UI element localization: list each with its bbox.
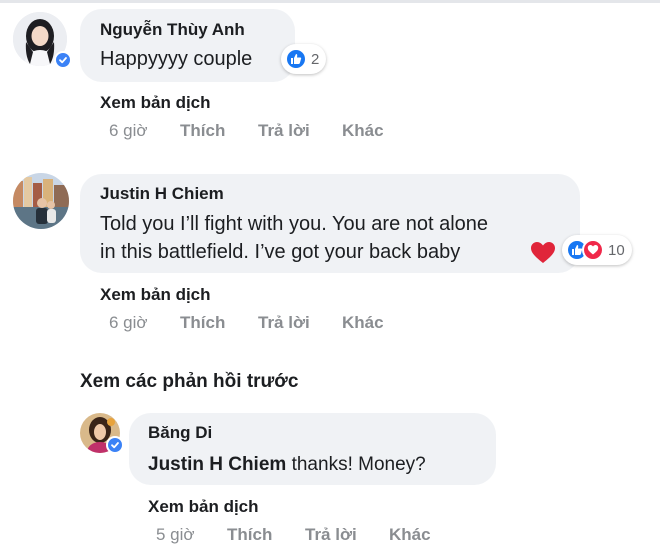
view-previous-replies-link[interactable]: Xem các phản hồi trước <box>80 371 298 393</box>
reply-button[interactable]: Trả lời <box>258 313 342 333</box>
heart-emoji-icon <box>530 241 556 265</box>
verified-badge-icon <box>54 51 72 69</box>
comment-author[interactable]: Justin H Chiem <box>100 184 224 204</box>
reaction-count: 2 <box>311 50 320 68</box>
mention-link[interactable]: Justin H Chiem <box>148 454 286 475</box>
more-button[interactable]: Khác <box>342 121 384 141</box>
comment-actions: 6 giờ Thích Trả lời Khác <box>109 313 384 333</box>
reply-actions: 5 giờ Thích Trả lời Khác <box>156 525 431 545</box>
reply-message: thanks! Money? <box>286 454 426 475</box>
comment-text: Happyyyy couple <box>100 48 253 70</box>
love-reaction-icon <box>582 239 604 261</box>
more-button[interactable]: Khác <box>342 313 384 333</box>
more-button[interactable]: Khác <box>389 525 431 545</box>
comment-text-line: in this battlefield. I’ve got your back … <box>100 241 461 263</box>
see-translation-link[interactable]: Xem bản dịch <box>100 285 211 305</box>
verified-badge-icon <box>106 436 124 454</box>
reply-author[interactable]: Băng Di <box>148 423 212 443</box>
reply-button[interactable]: Trả lời <box>305 525 389 545</box>
comment-text-line: Told you I’ll fight with you. You are no… <box>100 213 489 235</box>
like-reaction-icon <box>285 48 307 70</box>
see-translation-link[interactable]: Xem bản dịch <box>100 93 211 113</box>
comment-author[interactable]: Nguyễn Thùy Anh <box>100 20 245 40</box>
like-button[interactable]: Thích <box>227 525 305 545</box>
reaction-summary[interactable]: 2 <box>281 44 327 74</box>
reaction-count: 10 <box>608 241 625 259</box>
reply-timestamp: 5 giờ <box>156 525 195 544</box>
reaction-summary[interactable]: 10 <box>562 235 632 265</box>
like-button[interactable]: Thích <box>180 313 258 333</box>
like-button[interactable]: Thích <box>180 121 258 141</box>
reply-text: Justin H Chiem thanks! Money? <box>148 449 426 480</box>
reply-button[interactable]: Trả lời <box>258 121 342 141</box>
comment-timestamp: 6 giờ <box>109 121 148 140</box>
comment-actions: 6 giờ Thích Trả lời Khác <box>109 121 384 141</box>
top-divider <box>0 0 660 3</box>
see-translation-link[interactable]: Xem bản dịch <box>148 497 259 517</box>
avatar-justin-h-chiem[interactable] <box>13 173 69 229</box>
comment-timestamp: 6 giờ <box>109 313 148 332</box>
